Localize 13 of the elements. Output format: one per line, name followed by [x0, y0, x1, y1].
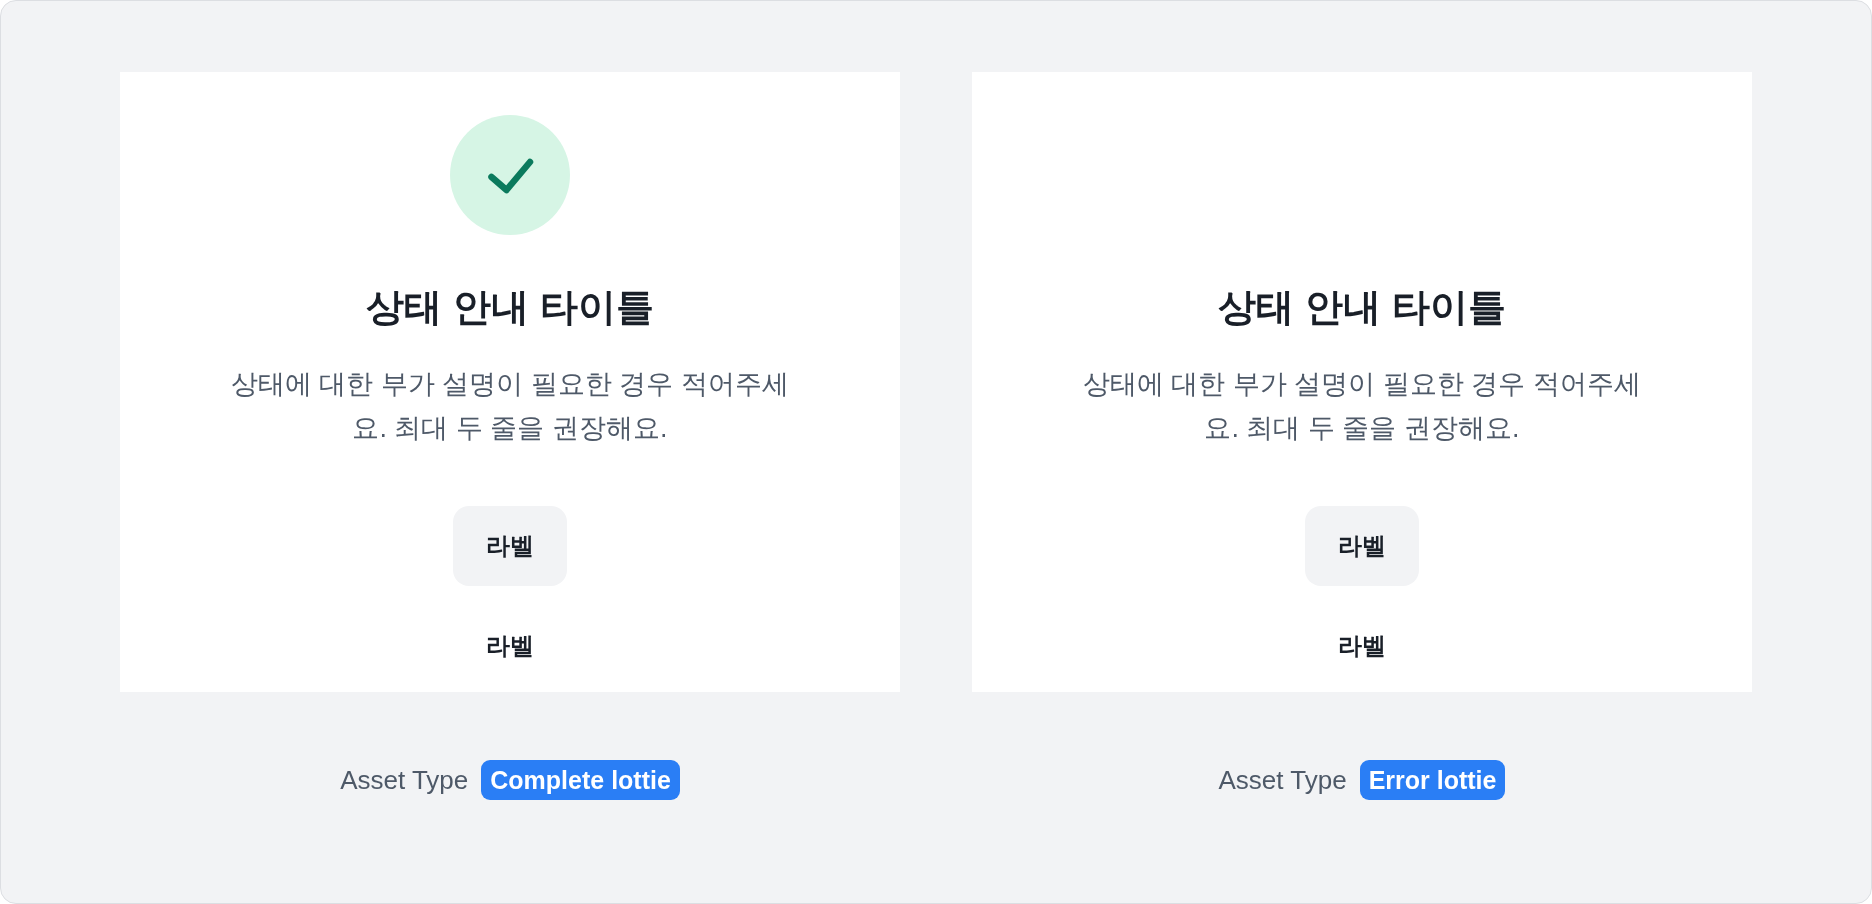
asset-type-label: Asset Type [340, 764, 469, 796]
label-button[interactable]: 라벨 [453, 506, 567, 586]
status-description: 상태에 대한 부가 설명이 필요한 경우 적어주세요. 최대 두 줄을 권장해요. [1082, 368, 1642, 445]
asset-type-badge: Error lottie [1359, 760, 1506, 800]
status-title: 상태 안내 타이틀 [366, 285, 654, 330]
status-title: 상태 안내 타이틀 [1218, 285, 1506, 330]
text-button[interactable]: 라벨 [1338, 630, 1386, 662]
asset-type-badge: Complete lottie [481, 760, 680, 800]
status-description: 상태에 대한 부가 설명이 필요한 경우 적어주세요. 최대 두 줄을 권장해요. [230, 368, 790, 445]
asset-type-label: Asset Type [1218, 764, 1347, 796]
label-button[interactable]: 라벨 [1305, 506, 1419, 586]
text-button[interactable]: 라벨 [486, 630, 534, 662]
check-icon [450, 115, 570, 235]
